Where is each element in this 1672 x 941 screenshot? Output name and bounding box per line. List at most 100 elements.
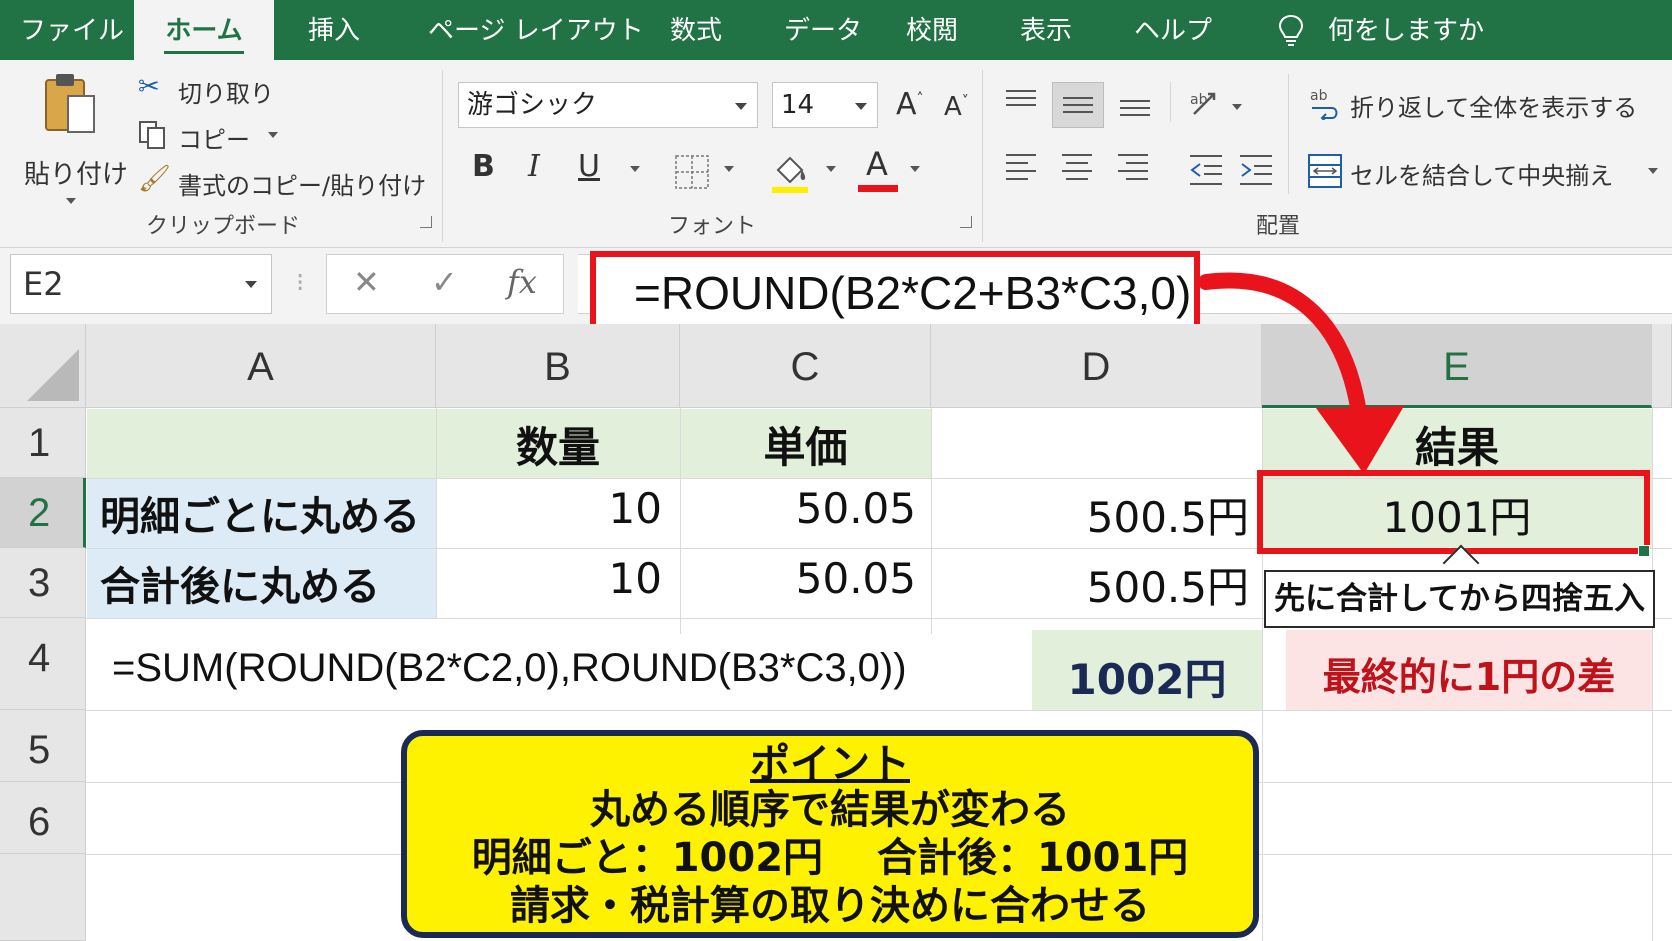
- name-box[interactable]: E2: [10, 254, 272, 314]
- cell-c3[interactable]: 50.05: [680, 554, 916, 603]
- tab-file[interactable]: ファイル: [20, 0, 124, 60]
- merge-center-dropdown-caret: [1648, 168, 1658, 174]
- column-header-b[interactable]: B: [436, 324, 680, 408]
- align-line: [1118, 154, 1148, 156]
- formula-highlight-box[interactable]: =ROUND(B2*C2+B3*C3,0): [590, 251, 1200, 335]
- font-color-button[interactable]: A: [866, 148, 888, 180]
- font-color-dropdown-caret[interactable]: [910, 166, 920, 172]
- cell-b2[interactable]: 10: [436, 484, 662, 533]
- row-header-6[interactable]: 6: [0, 782, 86, 854]
- cell-d4[interactable]: 1002円: [1032, 646, 1262, 707]
- cell-b1[interactable]: 数量: [436, 414, 680, 475]
- align-line: [1126, 162, 1148, 164]
- font-size-combo[interactable]: 14: [772, 82, 878, 128]
- underline-dropdown-caret[interactable]: [630, 166, 640, 172]
- cell-d2[interactable]: 500.5円: [931, 484, 1249, 545]
- paste-button[interactable]: 貼り付け: [18, 72, 128, 204]
- align-right-button[interactable]: [1116, 150, 1152, 190]
- selected-cell-e2-highlight[interactable]: [1257, 470, 1650, 554]
- align-middle-button[interactable]: [1052, 82, 1104, 128]
- tab-view[interactable]: 表示: [1020, 0, 1072, 60]
- fill-color-swatch: [772, 187, 808, 193]
- align-line: [1006, 162, 1028, 164]
- borders-dropdown-caret[interactable]: [724, 166, 734, 172]
- clipboard-dialog-launcher[interactable]: [420, 216, 432, 228]
- column-header-d[interactable]: D: [931, 324, 1262, 408]
- insert-function-icon[interactable]: fx: [507, 263, 537, 301]
- underline-button[interactable]: U: [578, 152, 600, 182]
- cell-d3[interactable]: 500.5円: [931, 554, 1249, 615]
- tell-me-search[interactable]: 何をしますか: [1328, 0, 1484, 60]
- align-left-button[interactable]: [1004, 150, 1040, 190]
- align-center-button[interactable]: [1060, 150, 1096, 190]
- merge-center-button[interactable]: セルを結合して中央揃え: [1308, 152, 1664, 192]
- fill-handle[interactable]: [1638, 545, 1650, 557]
- cell-b3[interactable]: 10: [436, 554, 662, 603]
- copy-label: コピー: [178, 126, 250, 154]
- shrink-font-caret-icon: ˅: [961, 93, 969, 110]
- font-name-combo[interactable]: 游ゴシック: [458, 82, 758, 128]
- row-header-1[interactable]: 1: [0, 408, 86, 478]
- group-divider: [442, 70, 443, 242]
- align-line: [1062, 154, 1092, 156]
- italic-button[interactable]: I: [528, 152, 540, 182]
- enter-check-icon[interactable]: ✓: [431, 263, 458, 301]
- decrease-indent-icon[interactable]: [1188, 152, 1224, 188]
- orientation-dropdown-caret[interactable]: [1232, 104, 1242, 110]
- row-header-4[interactable]: 4: [0, 618, 86, 710]
- align-bottom-button[interactable]: [1118, 86, 1154, 120]
- wrap-text-button[interactable]: ab 折り返して全体を表示する: [1308, 84, 1664, 124]
- cut-button[interactable]: ✂ 切り取り: [138, 72, 288, 108]
- select-all-corner[interactable]: [0, 324, 86, 408]
- clipboard-group-label: クリップボード: [146, 214, 301, 239]
- copy-button[interactable]: コピー: [138, 120, 288, 154]
- tab-review[interactable]: 校閲: [906, 0, 958, 60]
- orientation-icon[interactable]: ab: [1188, 84, 1224, 120]
- wrap-text-label: 折り返して全体を表示する: [1350, 94, 1638, 122]
- fill-color-dropdown-caret[interactable]: [826, 166, 836, 172]
- align-top-button[interactable]: [1004, 86, 1040, 120]
- cell-a3[interactable]: 合計後に丸める: [100, 554, 430, 612]
- svg-text:ab: ab: [1310, 88, 1328, 104]
- cell-e1[interactable]: 結果: [1262, 414, 1652, 475]
- column-header-f[interactable]: [1652, 324, 1672, 408]
- scissors-icon: ✂: [138, 72, 160, 102]
- tab-data[interactable]: データ: [784, 0, 862, 60]
- ribbon-tab-bar: ファイル ホーム 挿入 ページ レイアウト 数式 データ 校閲 表示 ヘルプ 何…: [0, 0, 1672, 60]
- font-name-value: 游ゴシック: [467, 90, 598, 120]
- font-size-value: 14: [781, 90, 815, 120]
- tab-insert[interactable]: 挿入: [308, 0, 360, 60]
- point-line-3: 請求・税計算の取り決めに合わせる: [510, 883, 1150, 929]
- column-header-c[interactable]: C: [680, 324, 931, 408]
- tab-home[interactable]: ホーム: [134, 0, 274, 60]
- column-header-e[interactable]: E: [1262, 324, 1652, 408]
- cell-c2[interactable]: 50.05: [680, 484, 916, 533]
- bold-button[interactable]: B: [472, 152, 495, 182]
- row-header-3[interactable]: 3: [0, 548, 86, 618]
- tab-help[interactable]: ヘルプ: [1134, 0, 1212, 60]
- paste-label: 貼り付け: [24, 160, 129, 190]
- cell-a2[interactable]: 明細ごとに丸める: [100, 484, 430, 542]
- row-header-7[interactable]: [0, 854, 86, 941]
- cell-a4-formula-text[interactable]: =SUM(ROUND(B2*C2,0),ROUND(B3*C3,0)): [112, 646, 1022, 691]
- grow-font-caret-icon: ˄: [916, 91, 924, 107]
- cancel-icon[interactable]: ✕: [353, 263, 380, 301]
- format-painter-button[interactable]: 🖌 書式のコピー/貼り付け: [138, 166, 428, 200]
- column-header-a[interactable]: A: [86, 324, 436, 408]
- font-dialog-launcher[interactable]: [960, 216, 972, 228]
- row-header-5[interactable]: 5: [0, 710, 86, 782]
- cell-e4[interactable]: 最終的に1円の差: [1286, 646, 1652, 701]
- cell-c1[interactable]: 単価: [680, 414, 931, 475]
- merge-cells-icon: [1308, 154, 1342, 188]
- align-line: [1120, 107, 1150, 109]
- shrink-font-button[interactable]: A˅: [944, 94, 969, 120]
- tab-formulas[interactable]: 数式: [670, 0, 722, 60]
- grow-font-button[interactable]: A˄: [896, 90, 924, 120]
- tab-page-layout[interactable]: ページ レイアウト: [428, 0, 644, 60]
- font-group-label: フォント: [668, 214, 757, 239]
- row-header-2[interactable]: 2: [0, 478, 86, 548]
- align-line: [1066, 162, 1088, 164]
- borders-icon[interactable]: [674, 154, 710, 190]
- fill-color-icon[interactable]: [770, 150, 810, 194]
- increase-indent-icon[interactable]: [1238, 152, 1274, 188]
